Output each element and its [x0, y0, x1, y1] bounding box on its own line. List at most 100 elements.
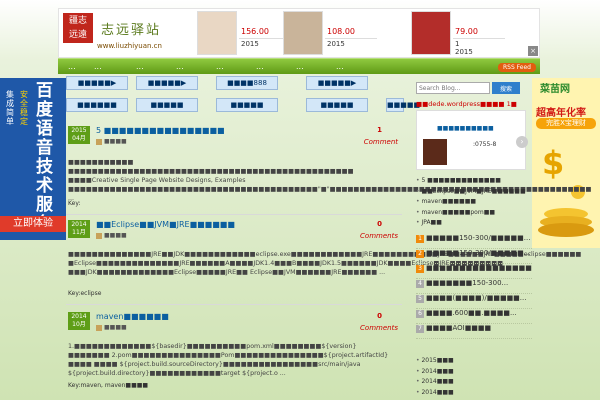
nav-item[interactable]: ...: [68, 62, 76, 71]
category-button[interactable]: ■■■■■: [216, 98, 278, 112]
rank-badge: 7: [416, 325, 424, 333]
ad-cta-button[interactable]: 完胜X宝理财: [536, 118, 596, 129]
recent-post-link[interactable]: maven■■■■■■: [416, 197, 526, 208]
list-item[interactable]: 4 ■■■■■■■150-300...: [416, 279, 532, 294]
right-banner-ad[interactable]: 菜苗网 超高年化率 完胜X宝理财 $: [532, 78, 600, 248]
nav-item[interactable]: ...: [176, 62, 184, 71]
comment-link[interactable]: Comments: [360, 324, 398, 332]
ad-cta-button[interactable]: 立即体验: [0, 216, 66, 232]
left-banner-ad[interactable]: 百度语音技术服务 集成简单 安全稳定 立即体验: [0, 78, 66, 240]
product-year: 2015: [241, 40, 259, 48]
popular-post-link[interactable]: ■■■■AOI■■■■: [426, 324, 491, 332]
ad-tagline: 安全稳定: [20, 90, 28, 126]
recent-post-link[interactable]: JPA■■: [416, 218, 526, 229]
post-keywords: Key:eclipse: [68, 290, 102, 297]
nav-item[interactable]: ...: [336, 62, 344, 71]
nav-item[interactable]: ...: [94, 62, 102, 71]
comment-count[interactable]: 1: [377, 126, 382, 134]
post-keywords: Key:maven, maven■■■■: [68, 382, 149, 389]
product-thumbnail[interactable]: [197, 11, 237, 55]
post-title-link[interactable]: maven■■■■■■: [96, 312, 169, 321]
main-nav: ... ... ... ... ... ... ... ... RSS Feed: [58, 58, 540, 74]
category-button[interactable]: ■■■■888: [216, 76, 278, 90]
archive-link[interactable]: 2015■■■: [416, 356, 453, 367]
rank-badge: 2: [416, 250, 424, 258]
rank-badge: 1: [416, 235, 424, 243]
search-button[interactable]: 搜索: [492, 82, 520, 94]
recent-post-link[interactable]: 5 ■■■■■■■■■■■■■: [416, 176, 526, 187]
chevron-right-icon[interactable]: ›: [516, 136, 528, 148]
post-date-badge: 2014 10月: [68, 312, 90, 330]
featured-slider[interactable]: ■■■■■■■■■■ :0755-8: [416, 110, 526, 170]
archive-link[interactable]: 2014■■■: [416, 367, 453, 378]
slide-image[interactable]: [423, 139, 447, 165]
post-excerpt: ■■■■■■■■■■■ ■■■■■■■■■■■■■■■■■■■■■■■■■■■■…: [68, 159, 592, 202]
product-thumbnail[interactable]: [283, 11, 323, 55]
popular-post-link[interactable]: ■■■■(■■■■)/■■■■■...: [426, 294, 526, 302]
recent-post-link[interactable]: maven■■■■■pom■■: [416, 208, 526, 219]
list-item[interactable]: 6 ■■■■.600■■.■■■■...: [416, 309, 532, 324]
archive-link[interactable]: 2014■■■: [416, 388, 453, 399]
comment-link[interactable]: Comments: [360, 232, 398, 240]
popular-post-link[interactable]: ■■■■■150-300/■■■■■...: [426, 234, 530, 242]
logo-script: 志远驿站: [101, 23, 162, 38]
archive-list: 2015■■■ 2014■■■ 2014■■■ 2014■■■: [416, 356, 453, 399]
list-item[interactable]: 7 ■■■■AOI■■■■: [416, 324, 532, 339]
post-excerpt: 1.■■■■■■■■■■■■■${basedir}■■■■■■■■■■pom.x…: [68, 343, 389, 377]
site-logo[interactable]: 疆志 远遠 志远驿站 www.liuzhiyuan.cn: [63, 13, 189, 53]
nav-item[interactable]: ...: [256, 62, 264, 71]
list-item[interactable]: 2 ■■■■■150-300/■■■■■...: [416, 249, 532, 264]
comment-count[interactable]: 0: [377, 220, 382, 228]
ad-headline: 百度语音技术服务: [36, 81, 53, 234]
comment-count[interactable]: 0: [377, 312, 382, 320]
nav-item[interactable]: ...: [136, 62, 144, 71]
popular-post-link[interactable]: ■■■■■■■150-300...: [426, 279, 508, 287]
product-price: 79.00: [455, 27, 478, 36]
archive-link[interactable]: 2014■■■: [416, 377, 453, 388]
recent-post-link[interactable]: ■■Eclipse■■JVM■JRE■■■■■■: [416, 187, 525, 198]
category-button[interactable]: ■■■■■▶: [66, 76, 128, 90]
product-divider: [325, 38, 377, 39]
post-excerpt: ■■■■■■■■■■■■■■JRE■■JDK■■■■■■■■■■■■eclips…: [68, 251, 582, 276]
list-item[interactable]: 5 ■■■■(■■■■)/■■■■■...: [416, 294, 532, 309]
category-button[interactable]: ■■■■■▶: [306, 76, 368, 90]
post-category[interactable]: ■■■■: [96, 324, 127, 331]
post-category[interactable]: ■■■■: [96, 232, 127, 239]
ad-headline: 超高年化率: [536, 108, 586, 119]
search-input[interactable]: [416, 82, 490, 94]
category-button[interactable]: ■■■■■■: [66, 98, 128, 112]
rank-badge: 4: [416, 280, 424, 288]
sidebar: 搜索 ■■dede.wordpress■■■■ 1■ ■■■■■■■■■■ :0…: [414, 80, 532, 400]
list-item[interactable]: 3 ■■■■■■■■■■■■■■■■: [416, 264, 532, 279]
category-button[interactable]: ■■■■■: [306, 98, 368, 112]
popular-post-link[interactable]: ■■■■.600■■.■■■■...: [426, 309, 517, 317]
category-button[interactable]: ■■■■■▶: [136, 76, 198, 90]
nav-item[interactable]: ...: [296, 62, 304, 71]
list-item[interactable]: 1 ■■■■■150-300/■■■■■...: [416, 234, 532, 249]
sidebar-link[interactable]: ■■dede.wordpress■■■■ 1■: [416, 100, 517, 108]
post-title-link[interactable]: ■■Eclipse■■JVM■JRE■■■■■■: [96, 220, 235, 229]
comment-link[interactable]: Comment: [364, 138, 398, 146]
rss-feed-button[interactable]: RSS Feed: [498, 63, 536, 72]
slide-phone: :0755-8: [473, 141, 497, 148]
svg-text:$: $: [542, 144, 564, 182]
category-button[interactable]: ■■■■■: [136, 98, 198, 112]
post-category[interactable]: ■■■■: [96, 138, 127, 145]
category-buttons: ■■■■■▶ ■■■■■▶ ■■■■888 ■■■■■▶ ■■■■■■ ■■■■…: [66, 76, 420, 120]
post-keywords: Key:: [68, 200, 81, 207]
close-icon[interactable]: ×: [528, 46, 538, 56]
slide-title[interactable]: ■■■■■■■■■■: [437, 125, 494, 132]
site-header: 疆志 远遠 志远驿站 www.liuzhiyuan.cn 156.00 2015 …: [58, 8, 540, 58]
nav-item[interactable]: ...: [216, 62, 224, 71]
popular-post-link[interactable]: ■■■■■150-300/■■■■■...: [426, 249, 530, 257]
popular-post-link[interactable]: ■■■■■■■■■■■■■■■■: [426, 264, 532, 272]
rank-badge: 6: [416, 310, 424, 318]
product-year: 1 2015: [455, 40, 473, 56]
recent-posts-list: 5 ■■■■■■■■■■■■■ ■■Eclipse■■JVM■JRE■■■■■■…: [416, 176, 526, 229]
product-year: 2015: [327, 40, 345, 48]
rank-badge: 3: [416, 265, 424, 273]
product-thumbnail[interactable]: [411, 11, 451, 55]
post-title-link[interactable]: 5 ■■■■■■■■■■■■■■■■: [96, 126, 225, 135]
category-button[interactable]: ■■■■■: [386, 98, 420, 112]
logo-url: www.liuzhiyuan.cn: [97, 42, 162, 50]
